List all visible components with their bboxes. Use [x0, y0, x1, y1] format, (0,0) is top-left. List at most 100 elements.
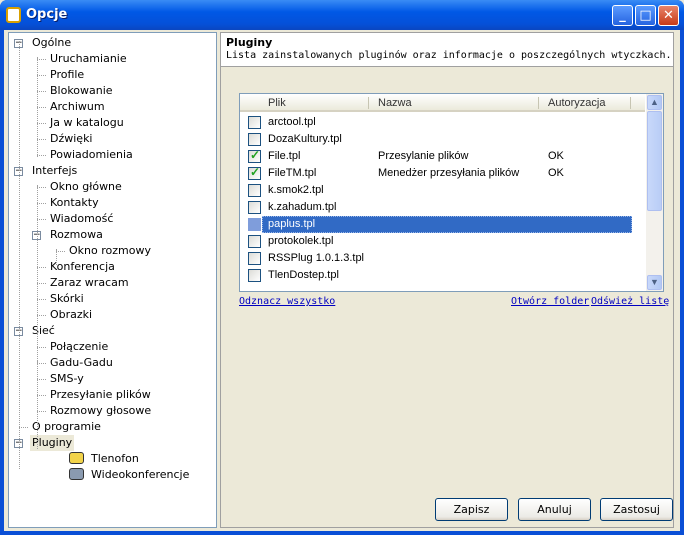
plugin-checkbox[interactable] — [248, 252, 261, 265]
minimize-button[interactable]: _ — [612, 5, 633, 26]
window-title: Opcje — [26, 7, 68, 22]
plugins-list[interactable]: Plik Nazwa Autoryzacja arctool.tpl DozaKu… — [239, 93, 664, 292]
plugin-checkbox[interactable] — [248, 133, 261, 146]
tree-item-label: Ogólne — [32, 36, 72, 49]
options-window: Opcje _ □ ✕ Ogólne − Uruchamianie Profile Bl… — [0, 0, 684, 535]
close-button[interactable]: ✕ — [658, 5, 679, 26]
tree-item[interactable]: Kontakty — [50, 195, 99, 211]
tree-item[interactable]: Skórki — [50, 291, 84, 307]
tree-item-label: Konferencja — [50, 260, 115, 273]
plugin-row[interactable]: k.zahadum.tpl — [240, 199, 645, 216]
tree-item-label: Zaraz wracam — [50, 276, 129, 289]
scroll-up-icon[interactable]: ▲ — [647, 95, 662, 110]
refresh-list-link[interactable]: Odśwież listę — [591, 296, 669, 307]
plugin-row[interactable]: paplus.tpl — [240, 216, 645, 233]
plugin-row[interactable]: k.smok2.tpl — [240, 182, 645, 199]
tree-item-label: Sieć — [32, 324, 55, 337]
plugin-row[interactable]: DozaKultury.tpl — [240, 131, 645, 148]
apply-button[interactable]: Zastosuj — [600, 498, 673, 521]
plugin-row[interactable]: protokolek.tpl — [240, 233, 645, 250]
tree-item-label: Interfejs — [32, 164, 78, 177]
plugin-row[interactable]: arctool.tpl — [240, 114, 645, 131]
tree-item[interactable]: Profile — [50, 67, 84, 83]
tree-item-label: Wiadomość — [50, 212, 114, 225]
tree-item-label: O programie — [32, 420, 101, 433]
tree-item[interactable]: Wiadomość — [50, 211, 113, 227]
plugin-name: Przesylanie plików — [378, 150, 469, 162]
plugin-file: TlenDostep.tpl — [268, 269, 339, 281]
title-bar[interactable]: Opcje _ □ ✕ — [0, 0, 684, 30]
tree-item-label: Rozmowa — [50, 228, 103, 241]
tree-item[interactable]: Rozmowa — [50, 227, 103, 243]
uncheck-all-link[interactable]: Odznacz wszystko — [239, 296, 335, 307]
plugin-auth: OK — [548, 167, 564, 179]
scroll-down-icon[interactable]: ▼ — [647, 275, 662, 290]
open-folder-link[interactable]: Otwórz folder — [511, 296, 589, 307]
tree-item-label: Uruchamianie — [50, 52, 127, 65]
tree-item[interactable]: Dźwięki — [50, 131, 93, 147]
plugin-checkbox[interactable] — [248, 184, 261, 197]
plugin-auth: OK — [548, 150, 564, 162]
tree-item[interactable]: Ja w katalogu — [50, 115, 124, 131]
tree-item-label: Kontakty — [50, 196, 99, 209]
tree-item[interactable]: Konferencja — [50, 259, 115, 275]
tree-item[interactable]: O programie — [32, 419, 101, 435]
dialog-body: Ogólne − Uruchamianie Profile Blokowanie Arch… — [4, 30, 680, 531]
column-nazwa[interactable]: Nazwa — [378, 97, 412, 109]
list-scrollbar[interactable]: ▲ ▼ — [646, 94, 663, 291]
plugin-file: arctool.tpl — [268, 116, 316, 128]
tree-item[interactable]: Wideokonferencje — [69, 467, 189, 483]
tree-item[interactable]: Powiadomienia — [50, 147, 133, 163]
tree-item[interactable]: SMS-y — [50, 371, 84, 387]
tree-item[interactable]: Obrazki — [50, 307, 92, 323]
tree-item[interactable]: Połączenie — [50, 339, 108, 355]
tree-item[interactable]: Okno rozmowy — [69, 243, 151, 259]
cancel-button[interactable]: Anuluj — [518, 498, 591, 521]
tree-item-label: Skórki — [50, 292, 84, 305]
panel-title: Pluginy — [226, 36, 273, 49]
tree-item[interactable]: Tlenofon — [69, 451, 139, 467]
plugin-checkbox[interactable] — [248, 235, 261, 248]
plugin-row[interactable]: TlenDostep.tpl — [240, 267, 645, 284]
tree-item-label: Dźwięki — [50, 132, 93, 145]
plugin-checkbox[interactable] — [248, 165, 261, 180]
plugin-checkbox[interactable] — [248, 218, 261, 231]
plugin-checkbox[interactable] — [248, 201, 261, 214]
maximize-button[interactable]: □ — [635, 5, 656, 26]
list-header: Plik Nazwa Autoryzacja — [240, 94, 645, 112]
plugin-row[interactable]: FileTM.tpl Menedżer przesyłania plików OK — [240, 165, 645, 182]
plugin-file: DozaKultury.tpl — [268, 133, 342, 145]
tree-item-label: Rozmowy głosowe — [50, 404, 152, 417]
tree-item-label: Profile — [50, 68, 85, 81]
tree-item-label: Okno główne — [50, 180, 122, 193]
plugin-row[interactable]: RSSPlug 1.0.1.3.tpl — [240, 250, 645, 267]
tree-item[interactable]: Ogólne — [32, 35, 71, 51]
column-autoryzacja[interactable]: Autoryzacja — [548, 97, 605, 109]
tree-item[interactable]: Uruchamianie — [50, 51, 127, 67]
plugin-file: RSSPlug 1.0.1.3.tpl — [268, 252, 365, 264]
tree-item-label: Połączenie — [50, 340, 109, 353]
plugin-checkbox[interactable] — [248, 269, 261, 282]
tree-item[interactable]: Przesyłanie plików — [50, 387, 151, 403]
tree-item[interactable]: Okno główne — [50, 179, 122, 195]
plugin-checkbox[interactable] — [248, 116, 261, 129]
plugin-file: protokolek.tpl — [268, 235, 334, 247]
tree-item[interactable]: Blokowanie — [50, 83, 113, 99]
tree-item[interactable]: Rozmowy głosowe — [50, 403, 151, 419]
scroll-thumb[interactable] — [647, 111, 662, 211]
options-tree[interactable]: Ogólne − Uruchamianie Profile Blokowanie Arch… — [8, 32, 217, 528]
tree-item[interactable]: Sieć — [32, 323, 55, 339]
plugins-panel: Pluginy Lista zainstalowanych pluginów o… — [220, 32, 674, 528]
tree-item[interactable]: Interfejs — [32, 163, 77, 179]
plugin-row[interactable]: File.tpl Przesylanie plików OK — [240, 148, 645, 165]
save-button[interactable]: Zapisz — [435, 498, 508, 521]
tree-item[interactable]: Zaraz wracam — [50, 275, 129, 291]
tree-item[interactable]: Gadu-Gadu — [50, 355, 113, 371]
plugin-file: FileTM.tpl — [268, 167, 317, 179]
plugin-checkbox[interactable] — [248, 148, 261, 163]
tree-item-label: Tlenofon — [91, 452, 139, 465]
column-plik[interactable]: Plik — [268, 97, 286, 109]
tree-item[interactable]: Archiwum — [50, 99, 105, 115]
plugin-file: paplus.tpl — [268, 218, 316, 230]
tree-item-label: Blokowanie — [50, 84, 113, 97]
